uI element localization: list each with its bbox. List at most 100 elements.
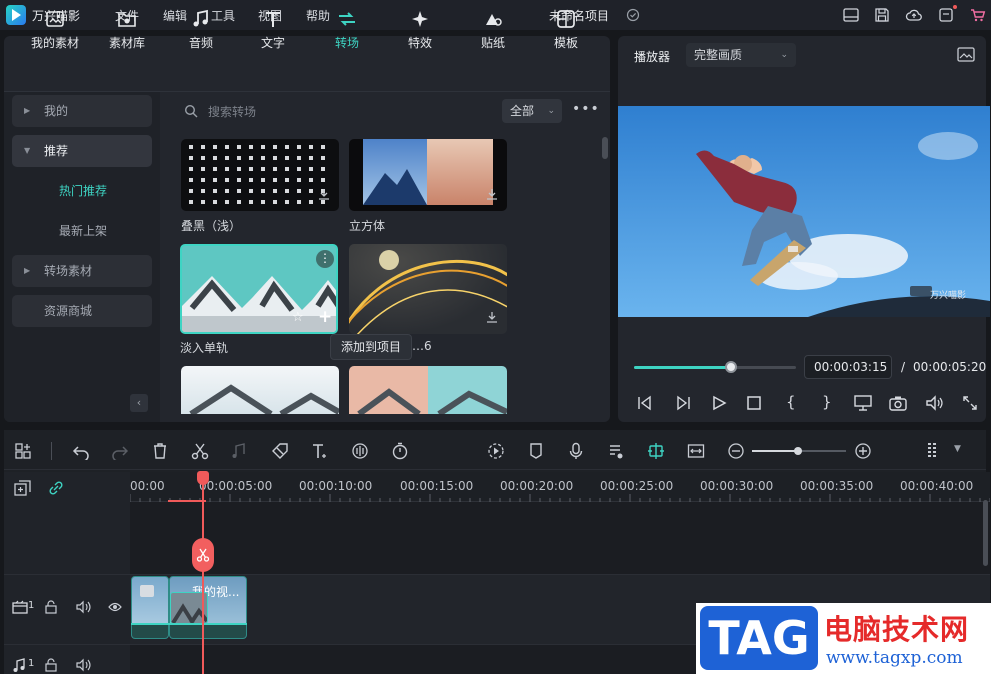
transition-thumb-fade-black[interactable] — [181, 139, 339, 211]
microphone-icon[interactable] — [567, 442, 585, 460]
video-preview[interactable]: 万兴喵影 — [618, 106, 990, 317]
play-icon[interactable] — [710, 395, 728, 411]
notification-icon[interactable] — [937, 6, 955, 24]
delete-icon[interactable] — [151, 442, 169, 460]
undo-icon[interactable] — [72, 442, 90, 460]
prev-frame-icon[interactable] — [636, 395, 654, 411]
link-icon[interactable] — [47, 480, 65, 496]
marker-icon[interactable] — [527, 442, 545, 460]
tab-label: 音频 — [188, 36, 213, 50]
grid-dot — [309, 200, 313, 204]
fullscreen-icon[interactable] — [962, 395, 978, 411]
search-input[interactable]: 搜索转场 — [208, 103, 256, 120]
mark-out-icon[interactable]: } — [822, 393, 832, 411]
grid-dot — [309, 156, 313, 160]
video-clip-1[interactable] — [131, 576, 169, 639]
lock-icon[interactable] — [44, 600, 58, 614]
audio-detach-icon[interactable] — [230, 442, 248, 460]
transition-thumb-light-streak[interactable] — [349, 244, 507, 334]
scissors-icon[interactable] — [191, 442, 209, 460]
fit-timeline-icon[interactable] — [687, 442, 705, 460]
stop-icon[interactable] — [746, 395, 762, 411]
timer-icon[interactable] — [391, 442, 409, 460]
tab-text[interactable]: 文字 — [238, 8, 308, 54]
transition-thumb-fade-in[interactable]: ⋮ ☆ + — [180, 244, 338, 334]
clip-thumbnail — [132, 577, 168, 623]
transition-label: 叠黑（浅） — [181, 219, 242, 233]
grid-dot — [285, 178, 289, 182]
grid-dot — [225, 167, 229, 171]
transition-thumb-row3-left[interactable] — [181, 366, 339, 414]
sidebar-item-recommend[interactable]: ▼ 推荐 — [12, 135, 152, 167]
redo-icon[interactable] — [111, 442, 129, 460]
filter-select[interactable]: 全部 ⌄ — [502, 99, 562, 123]
grid-dot — [213, 178, 217, 182]
sidebar-item-hot[interactable]: 热门推荐 — [59, 182, 107, 199]
camera-icon[interactable] — [889, 395, 907, 411]
add-track-icon[interactable] — [14, 480, 32, 496]
grid-dot — [189, 200, 193, 204]
add-text-icon[interactable] — [311, 442, 329, 460]
video-track-number: 1 — [28, 600, 35, 611]
display-settings-icon[interactable] — [854, 395, 872, 411]
zoom-in-icon[interactable] — [854, 442, 872, 460]
download-icon[interactable] — [485, 310, 499, 324]
notification-dot — [953, 5, 957, 9]
snap-icon[interactable] — [647, 442, 665, 460]
sidebar-item-mine[interactable]: ▶ 我的 — [12, 95, 152, 127]
grid-dot — [237, 189, 241, 193]
sidebar-item-store[interactable]: 资源商城 — [12, 295, 152, 327]
volume-icon[interactable] — [925, 395, 943, 411]
cloud-upload-icon[interactable] — [905, 6, 923, 24]
chevron-down-icon[interactable]: ▼ — [954, 444, 961, 454]
quality-select[interactable]: 完整画质 ⌄ — [686, 43, 796, 67]
volume-icon[interactable] — [76, 600, 92, 614]
layout-icon[interactable] — [842, 6, 860, 24]
track-height-icon[interactable] — [926, 442, 944, 460]
grid-dot — [225, 200, 229, 204]
download-icon[interactable] — [485, 187, 499, 201]
filter-select-value: 全部 — [510, 104, 535, 118]
sidebar-item-newest[interactable]: 最新上架 — [59, 222, 107, 239]
tab-stickers[interactable]: 贴纸 — [458, 8, 528, 54]
tab-my-media[interactable]: 我的素材 — [20, 8, 90, 54]
timeline-scrollbar[interactable] — [983, 500, 988, 566]
tag-icon[interactable] — [271, 442, 289, 460]
eye-icon[interactable] — [108, 601, 122, 613]
render-preview-icon[interactable] — [487, 442, 505, 460]
add-icon[interactable]: + — [318, 307, 332, 327]
zoom-out-icon[interactable] — [727, 442, 745, 460]
more-options-icon[interactable]: ••• — [572, 101, 600, 117]
grid-dot — [321, 178, 325, 182]
sidebar-item-material[interactable]: ▶ 转场素材 — [12, 255, 152, 287]
audio-wave-icon[interactable] — [351, 442, 369, 460]
playhead-handle[interactable] — [197, 471, 209, 485]
audio-mixer-icon[interactable] — [607, 442, 625, 460]
save-icon[interactable] — [873, 6, 891, 24]
volume-icon[interactable] — [76, 658, 92, 672]
tab-effects[interactable]: 特效 — [385, 8, 455, 54]
snapshot-image-icon[interactable] — [957, 47, 975, 63]
download-icon[interactable] — [317, 187, 331, 201]
tab-templates[interactable]: 模板 — [531, 8, 601, 54]
more-vertical-icon[interactable]: ⋮ — [316, 250, 334, 268]
split-playhead-button[interactable] — [192, 538, 214, 572]
star-icon[interactable]: ☆ — [292, 310, 304, 325]
library-scrollbar[interactable] — [602, 137, 608, 159]
transition-thumb-cube[interactable] — [349, 139, 507, 211]
zoom-slider-handle[interactable] — [794, 447, 802, 455]
add-to-project-tooltip: 添加到项目 — [330, 334, 413, 360]
grid-dot — [249, 189, 253, 193]
playhead-line[interactable] — [202, 472, 204, 674]
next-frame-icon[interactable] — [674, 395, 692, 411]
layout-grid-icon[interactable] — [14, 442, 32, 460]
collapse-sidebar-button[interactable]: ‹ — [130, 394, 148, 412]
tab-stock-library[interactable]: 素材库 — [92, 8, 162, 54]
mark-in-icon[interactable]: { — [786, 393, 796, 411]
tab-audio[interactable]: 音频 — [166, 8, 236, 54]
tab-transitions[interactable]: 转场 — [312, 8, 382, 54]
transition-thumb-row3-right[interactable] — [349, 366, 507, 414]
cart-icon[interactable] — [969, 6, 987, 24]
lock-icon[interactable] — [44, 658, 58, 672]
player-label: 播放器 — [634, 50, 671, 64]
